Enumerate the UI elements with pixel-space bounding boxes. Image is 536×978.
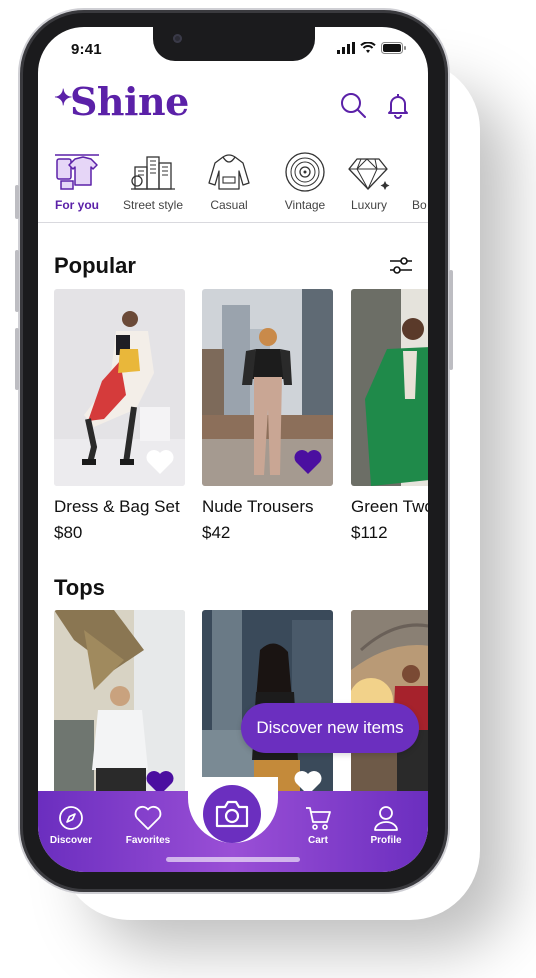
status-icons: [337, 42, 406, 54]
product-image: [202, 289, 333, 486]
product-name: Nude Trousers: [202, 497, 314, 516]
nav-label: Favorites: [125, 835, 171, 846]
product-card[interactable]: Dress & Bag Set $80: [54, 289, 185, 543]
heart-icon[interactable]: [145, 448, 175, 476]
tab-label: Casual: [210, 198, 248, 212]
camera-icon: [215, 800, 249, 828]
nav-profile[interactable]: Profile: [351, 805, 421, 846]
user-icon: [374, 806, 398, 831]
nav-label: Profile: [370, 835, 402, 846]
home-indicator: [166, 857, 300, 862]
tab-label: Bo: [412, 198, 427, 212]
bell-icon[interactable]: [384, 91, 412, 119]
signal-icon: [337, 42, 355, 54]
product-price: $80: [54, 523, 83, 542]
cart-icon: [306, 807, 331, 830]
product-name: Dress & Bag Set: [54, 497, 180, 516]
city-icon: [131, 156, 175, 190]
product-price: $112: [351, 523, 388, 542]
tab-label: Luxury: [350, 198, 388, 212]
notch: [153, 27, 315, 61]
category-tabs: For you Street style Casual Vintage Luxu…: [38, 147, 428, 223]
product-image: [54, 610, 185, 807]
tab-luxury[interactable]: Luxury: [330, 147, 408, 222]
heart-icon[interactable]: [293, 448, 323, 476]
product-price: $42: [202, 523, 231, 542]
vinyl-record-icon: [285, 152, 325, 192]
nav-favorites[interactable]: Favorites: [113, 805, 183, 846]
discover-new-items-button[interactable]: Discover new items: [241, 703, 419, 753]
app-logo: ✦Shine: [54, 79, 189, 124]
tab-for-you[interactable]: For you: [38, 147, 116, 223]
camera-button[interactable]: [203, 785, 261, 843]
search-icon[interactable]: [339, 91, 367, 119]
product-image: [54, 289, 185, 486]
tab-casual[interactable]: Casual: [190, 147, 268, 222]
product-card[interactable]: [54, 610, 185, 807]
tab-street-style[interactable]: Street style: [114, 147, 192, 222]
filter-icon[interactable]: [388, 255, 414, 277]
boho-icon: [413, 151, 428, 193]
wifi-icon: [360, 42, 376, 53]
product-card[interactable]: Nude Trousers $42: [202, 289, 333, 543]
popular-title: Popular: [54, 253, 136, 278]
product-card[interactable]: Green Two $112: [351, 289, 428, 543]
clothes-rack-icon: [55, 154, 99, 190]
nav-label: Discover: [49, 835, 93, 846]
nav-label: Cart: [307, 835, 328, 846]
product-image: [351, 289, 428, 486]
product-name: Green Two: [351, 497, 428, 516]
compass-icon: [59, 806, 83, 830]
status-time: 9:41: [71, 41, 102, 58]
heart-outline-icon: [134, 805, 162, 830]
tops-title: Tops: [54, 575, 105, 600]
app-screen: 9:41 ✦Shine For you Street style Casual …: [38, 27, 428, 872]
hoodie-icon: [208, 154, 250, 190]
tab-boho[interactable]: Bo: [398, 147, 428, 222]
nav-discover[interactable]: Discover: [38, 805, 106, 846]
battery-icon: [381, 42, 406, 54]
tab-label: For you: [55, 198, 99, 212]
active-tab-indicator: [40, 222, 114, 223]
nav-cart[interactable]: Cart: [283, 805, 353, 846]
tab-label: Street style: [122, 198, 184, 212]
diamond-icon: [348, 158, 390, 191]
